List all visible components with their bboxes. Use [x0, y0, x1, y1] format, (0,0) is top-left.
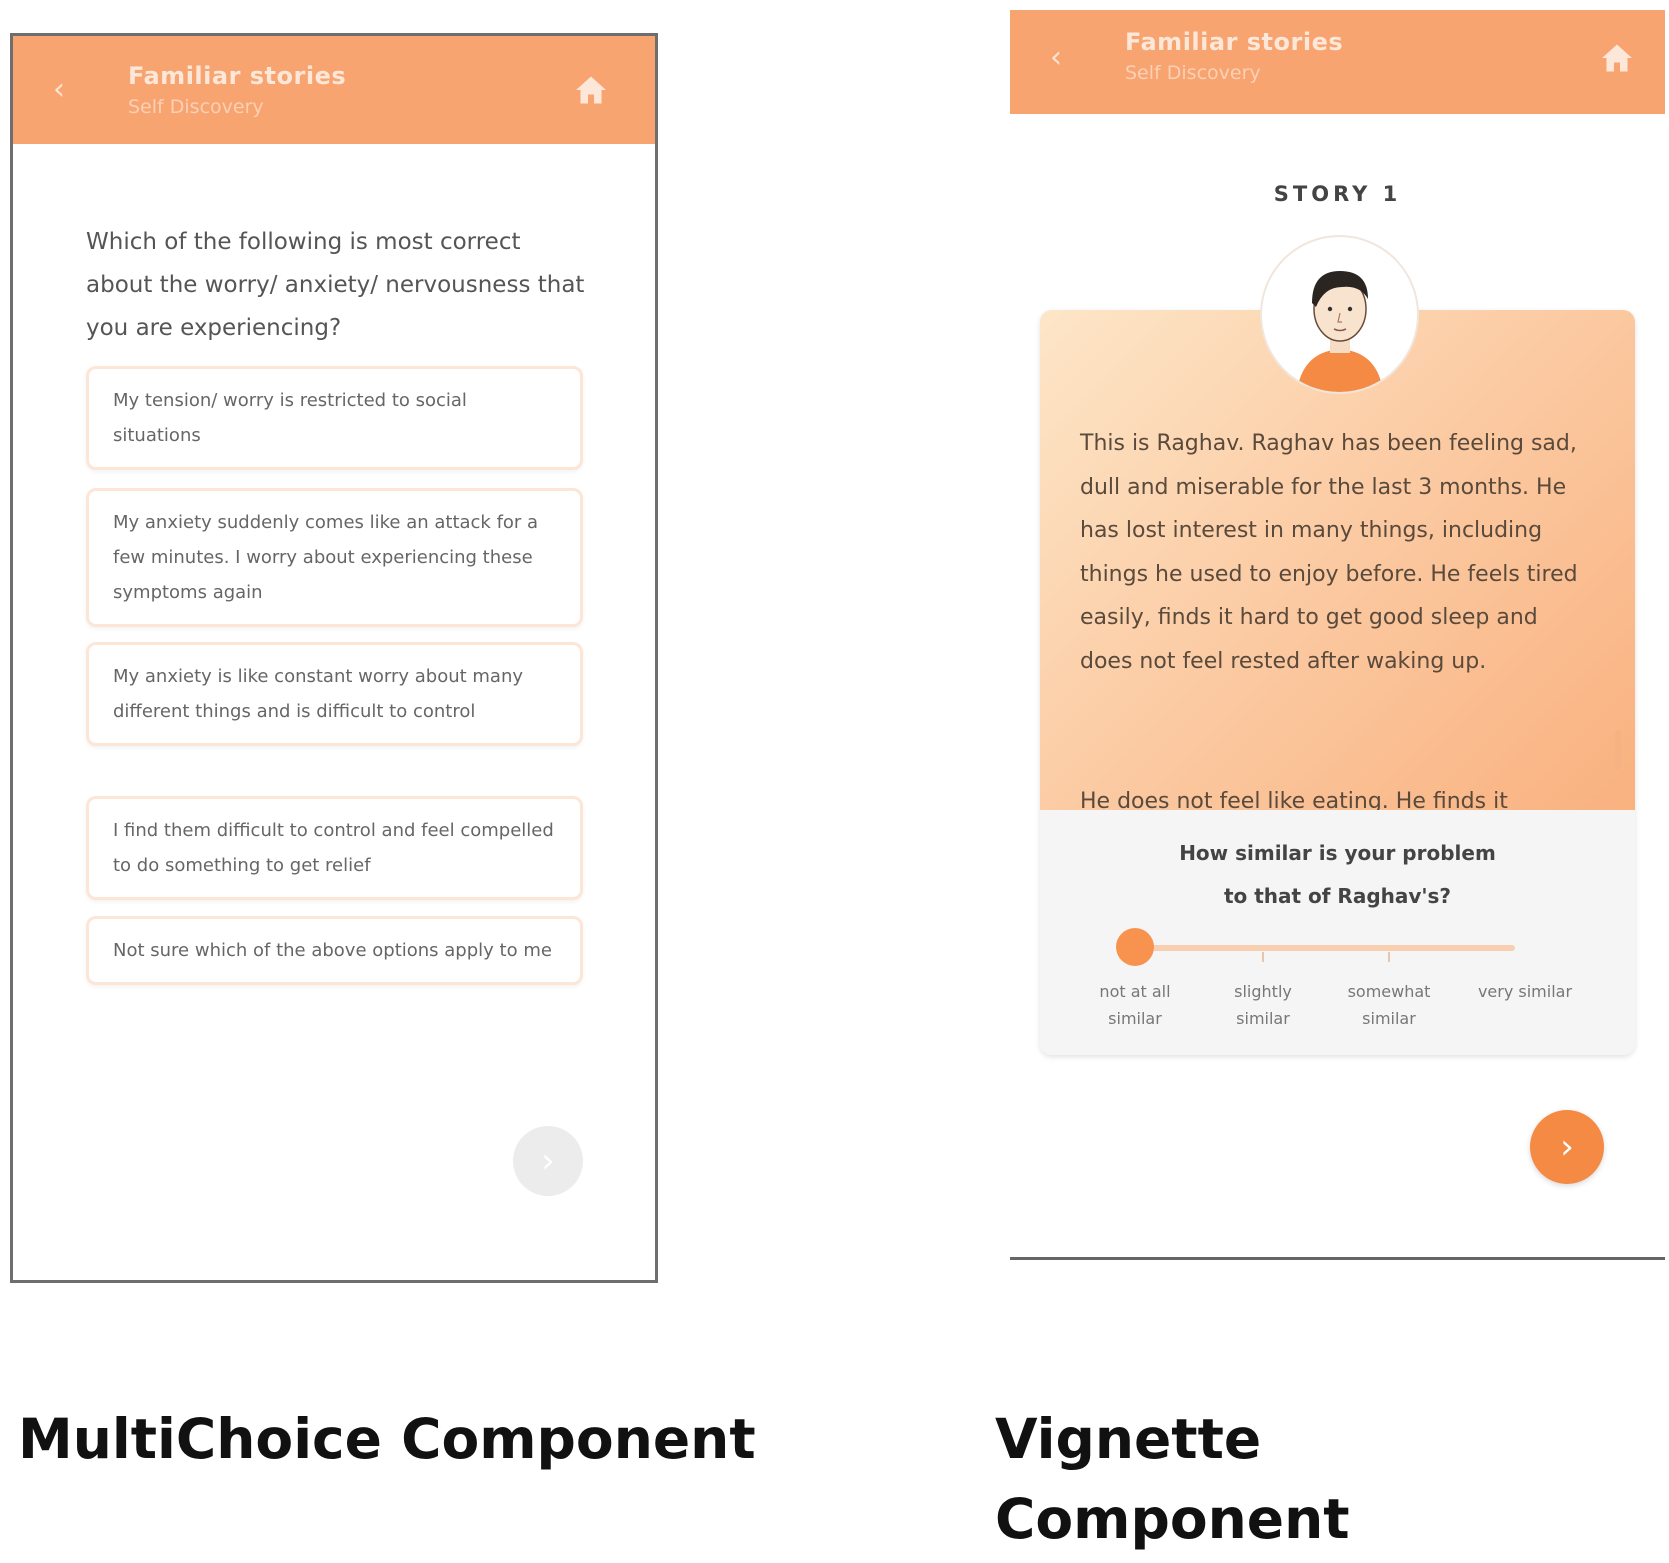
avatar — [1260, 235, 1419, 394]
story-label: STORY 1 — [1273, 182, 1402, 206]
option-label: Not sure which of the above options appl… — [113, 940, 552, 961]
option-label: I find them difficult to control and fee… — [113, 820, 554, 876]
scale-label-3: somewhat similar — [1347, 982, 1431, 1028]
scrollbar[interactable] — [1615, 730, 1621, 770]
header-subtitle: Self Discovery — [1125, 62, 1261, 84]
story-text: This is Raghav. Raghav has been feeling … — [1080, 431, 1578, 674]
caption-vignette-line1: Vignette — [995, 1407, 1262, 1471]
app-header: ‹ Familiar stories Self Discovery — [13, 36, 655, 144]
home-icon[interactable] — [1599, 40, 1635, 76]
header-subtitle: Self Discovery — [128, 96, 264, 118]
option-1[interactable]: My tension/ worry is restricted to socia… — [86, 366, 583, 470]
vignette-screen: ‹ Familiar stories Self Discovery STORY … — [1010, 10, 1665, 1260]
home-icon[interactable] — [573, 72, 609, 108]
app-header: ‹ Familiar stories Self Discovery — [1010, 10, 1665, 114]
chevron-right-icon: › — [541, 1141, 555, 1181]
story-card: This is Raghav. Raghav has been feeling … — [1040, 310, 1635, 1055]
similarity-question-text: How similar is your problem to that of R… — [1179, 841, 1496, 908]
scale-label-2: slightly similar — [1234, 982, 1292, 1028]
chevron-right-icon: › — [1560, 1127, 1574, 1167]
option-5[interactable]: Not sure which of the above options appl… — [86, 916, 583, 985]
header-title: Familiar stories — [1125, 28, 1344, 56]
scale-label-1: not at all similar — [1099, 982, 1171, 1028]
option-label: My anxiety suddenly comes like an attack… — [113, 512, 539, 603]
similarity-question: How similar is your problem to that of R… — [1040, 832, 1635, 918]
next-button-disabled[interactable]: › — [513, 1126, 583, 1196]
option-label: My tension/ worry is restricted to socia… — [113, 390, 467, 446]
multichoice-screen: ‹ Familiar stories Self Discovery Which … — [10, 33, 658, 1283]
chevron-left-icon[interactable]: ‹ — [1050, 40, 1062, 75]
chevron-left-icon[interactable]: ‹ — [53, 72, 65, 107]
story-text-continued: He does not feel like eating. He finds i… — [1080, 789, 1508, 810]
option-4[interactable]: I find them difficult to control and fee… — [86, 796, 583, 900]
similarity-slider-track[interactable] — [1135, 945, 1515, 951]
slider-tick — [1388, 952, 1390, 962]
header-titles: Familiar stories Self Discovery — [1125, 28, 1343, 84]
similarity-slider-thumb[interactable] — [1116, 928, 1154, 966]
next-button[interactable]: › — [1530, 1110, 1604, 1184]
slider-tick — [1262, 952, 1264, 962]
caption-multichoice: MultiChoice Component — [18, 1407, 756, 1471]
header-titles: Familiar stories Self Discovery — [128, 62, 346, 118]
caption-vignette-line2: Component — [995, 1487, 1350, 1551]
option-3[interactable]: My anxiety is like constant worry about … — [86, 642, 583, 746]
question-text: Which of the following is most correct a… — [86, 229, 585, 341]
header-title: Familiar stories — [128, 62, 347, 90]
option-label: My anxiety is like constant worry about … — [113, 666, 524, 722]
scale-label-4: very similar — [1477, 982, 1573, 1001]
person-illustration — [1297, 271, 1383, 392]
similarity-panel: How similar is your problem to that of R… — [1040, 810, 1635, 1055]
option-2[interactable]: My anxiety suddenly comes like an attack… — [86, 488, 583, 627]
